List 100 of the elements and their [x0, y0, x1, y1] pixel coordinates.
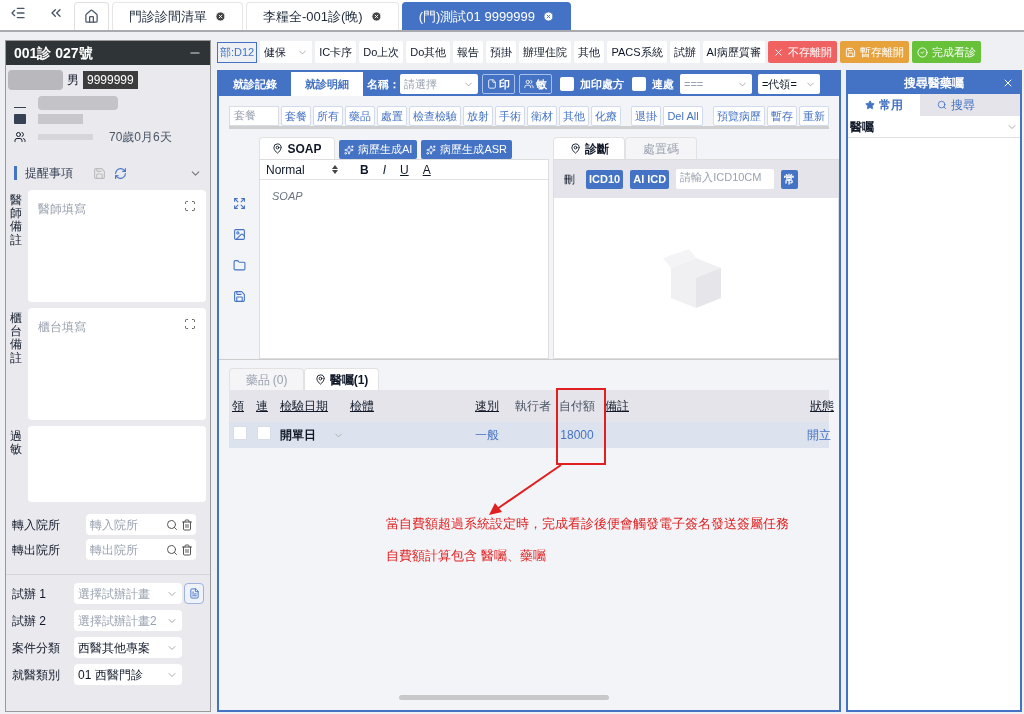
home-tab[interactable]: [74, 2, 109, 30]
select-field[interactable]: 01 西醫門診: [74, 664, 182, 685]
category-button[interactable]: 處置: [377, 106, 407, 126]
category-button[interactable]: 套餐: [281, 106, 311, 126]
save-icon: [844, 46, 856, 58]
category-button[interactable]: 手術: [495, 106, 525, 126]
search-icon[interactable]: [166, 543, 178, 556]
search-tab[interactable]: 常用: [848, 94, 920, 116]
toolbar-button[interactable]: 其他: [574, 41, 605, 63]
toolbar-button[interactable]: 試辦: [669, 41, 700, 63]
column-header: 檢驗日期: [279, 398, 329, 415]
clinic-field[interactable]: 轉入院所: [86, 514, 196, 535]
ai-generate-button[interactable]: 病歷生成AI: [339, 140, 418, 159]
toolbar-button[interactable]: IC卡序: [315, 41, 357, 63]
search-icon[interactable]: [166, 518, 178, 531]
page-tab[interactable]: 李糧全-001診(晚): [246, 2, 399, 30]
ai-generate-button[interactable]: 病歷生成ASR: [421, 140, 513, 159]
print-button[interactable]: 敏: [519, 74, 552, 94]
page-tab[interactable]: 門診診間清單: [112, 2, 243, 30]
field-label: 試辦 2: [12, 612, 47, 630]
toolbar-button[interactable]: Do上次: [359, 41, 404, 63]
search-icon: [937, 100, 947, 110]
page-tab[interactable]: (門)測試01 9999999: [401, 2, 572, 30]
toolbar-button[interactable]: AI病歷質審: [702, 41, 765, 63]
refresh-icon[interactable]: [114, 166, 127, 180]
diagnosis-tab[interactable]: 診斷: [553, 137, 625, 159]
toolbar-button[interactable]: 報告: [453, 41, 484, 63]
note-field[interactable]: 醫師填寫: [28, 190, 206, 302]
folder-icon[interactable]: [232, 259, 246, 272]
checkbox[interactable]: [632, 77, 646, 91]
category-button[interactable]: 藥品: [345, 106, 375, 126]
soap-tab[interactable]: SOAP: [259, 137, 335, 159]
department-code: 部:D12: [217, 41, 258, 63]
note-field[interactable]: 櫃台填寫: [28, 308, 206, 420]
record-button[interactable]: 預覽病歷: [713, 106, 765, 126]
image-icon[interactable]: [232, 228, 246, 241]
dropdown-field[interactable]: =代領=: [758, 74, 820, 94]
close-icon[interactable]: [543, 11, 555, 22]
category-button[interactable]: 其他: [559, 106, 589, 126]
select-field[interactable]: 選擇試辦計畫2: [74, 610, 182, 631]
insurance-select[interactable]: 健保: [260, 41, 313, 63]
document-button[interactable]: [184, 583, 204, 604]
category-button[interactable]: 衛材: [527, 106, 557, 126]
column-header: 狀態: [809, 398, 835, 415]
category-button[interactable]: 檢查檢驗: [409, 106, 461, 126]
category-button[interactable]: 所有: [313, 106, 343, 126]
dropdown-field[interactable]: ===: [680, 74, 752, 94]
pin-icon: [314, 374, 326, 385]
trash-icon[interactable]: [181, 543, 193, 556]
record-button[interactable]: 暫存: [767, 106, 797, 126]
checkbox[interactable]: [257, 425, 271, 440]
format-button[interactable]: I: [382, 160, 386, 179]
format-button[interactable]: A: [422, 160, 431, 179]
format-select[interactable]: Normal: [266, 160, 346, 179]
category-button[interactable]: 放射: [463, 106, 493, 126]
utility-button[interactable]: Del All: [663, 106, 703, 126]
set-search-field[interactable]: 套餐: [229, 106, 279, 126]
icd-button[interactable]: ICD10: [586, 169, 624, 189]
clinic-field[interactable]: 轉出院所: [86, 539, 196, 560]
checkbox[interactable]: [560, 77, 574, 91]
order-type-select[interactable]: 醫囑: [848, 116, 1020, 138]
menu-icon[interactable]: [10, 5, 26, 21]
select-field[interactable]: 選擇試辦計畫: [74, 583, 182, 604]
common-button[interactable]: 常: [781, 169, 799, 189]
sort-arrows-icon: [332, 165, 338, 174]
select-field[interactable]: 西醫其他專案: [74, 637, 182, 658]
blurred-name: [8, 70, 63, 90]
format-button[interactable]: B: [360, 160, 369, 179]
column-header: 檢體: [349, 398, 375, 415]
format-button[interactable]: U: [400, 160, 409, 179]
soap-placeholder: SOAP: [271, 189, 304, 204]
record-button[interactable]: 重新: [799, 106, 829, 126]
print-button[interactable]: 印: [482, 74, 515, 94]
order-tab[interactable]: 醫囑(1): [304, 368, 379, 390]
toolbar-button[interactable]: PACS系統: [607, 41, 667, 63]
panel-title: 搜尋醫藥囑: [904, 75, 964, 92]
soap-editor[interactable]: Normal B I U A SOAP: [259, 159, 549, 359]
toolbar-button[interactable]: 辦理住院: [519, 41, 572, 63]
expand-icon[interactable]: [184, 200, 196, 212]
pin-icon: [569, 143, 581, 154]
utility-button[interactable]: 退掛: [631, 106, 662, 126]
trash-icon[interactable]: [181, 518, 193, 531]
icd-input[interactable]: 請輸入ICD10CM: [676, 169, 775, 189]
column-header: 領: [231, 398, 245, 415]
checkbox[interactable]: [233, 425, 247, 440]
toolbar-button[interactable]: 預掛: [486, 41, 517, 63]
record-tab[interactable]: 就診明細: [291, 72, 363, 96]
toolbar-button[interactable]: Do其他: [406, 41, 451, 63]
name-select[interactable]: 請選擇: [400, 74, 478, 94]
action-button[interactable]: 不存離開: [767, 41, 837, 63]
date-select[interactable]: 開單日: [277, 426, 347, 444]
close-icon[interactable]: [1002, 77, 1014, 89]
save-icon[interactable]: [232, 290, 246, 303]
icd-button[interactable]: AI ICD: [630, 169, 670, 189]
search-tab[interactable]: 搜尋: [920, 94, 992, 116]
column-header: 執行者: [514, 398, 552, 415]
record-tab[interactable]: 就診記錄: [219, 72, 291, 96]
fullscreen-icon[interactable]: [232, 197, 246, 210]
expand-icon[interactable]: [184, 318, 196, 330]
category-button[interactable]: 化療: [591, 106, 621, 126]
